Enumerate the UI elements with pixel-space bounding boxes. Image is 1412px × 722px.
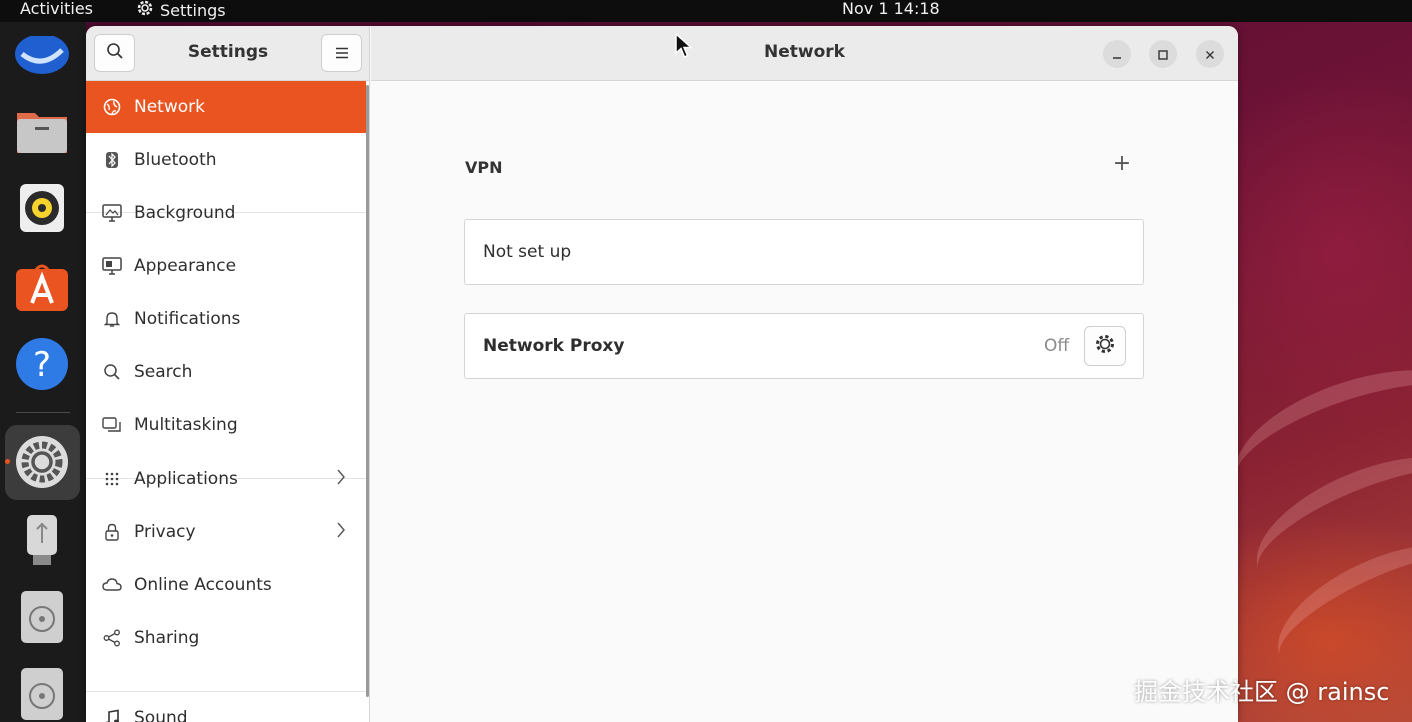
sidebar-item-sharing[interactable]: Sharing xyxy=(86,612,366,664)
vpn-card: Not set up xyxy=(464,219,1144,285)
settings-window: Settings Network Network Bluetooth Backg… xyxy=(86,26,1238,722)
background-icon xyxy=(86,204,134,222)
share-icon xyxy=(86,629,134,647)
network-icon xyxy=(86,98,134,116)
sidebar-item-label: Online Accounts xyxy=(134,575,272,595)
close-button[interactable] xyxy=(1196,40,1224,68)
close-icon xyxy=(1205,45,1215,64)
network-proxy-label: Network Proxy xyxy=(483,336,625,356)
search-icon xyxy=(86,363,134,381)
vpn-status: Not set up xyxy=(483,242,572,262)
sidebar-scrollbar[interactable] xyxy=(366,85,369,697)
minimize-button[interactable] xyxy=(1103,40,1131,68)
settings-icon[interactable] xyxy=(14,434,70,490)
multitasking-icon xyxy=(86,416,134,434)
sidebar-item-multitasking[interactable]: Multitasking xyxy=(86,399,366,451)
rhythmbox-icon[interactable] xyxy=(14,180,70,236)
clock[interactable]: Nov 1 14:18 xyxy=(842,0,940,18)
usb-drive-icon[interactable] xyxy=(14,512,70,568)
disc-icon[interactable] xyxy=(14,666,70,722)
settings-gear-icon xyxy=(136,0,154,21)
sidebar-item-online-accounts[interactable]: Online Accounts xyxy=(86,559,366,611)
sidebar-item-label: Applications xyxy=(134,469,238,489)
network-panel: VPN + Not set up Network Proxy Off xyxy=(371,81,1238,722)
sidebar-item-label: Multitasking xyxy=(134,415,238,435)
network-proxy-status: Off xyxy=(1044,336,1070,356)
appearance-icon xyxy=(86,257,134,275)
sidebar-item-bluetooth[interactable]: Bluetooth xyxy=(86,134,366,186)
sidebar-item-network[interactable]: Network xyxy=(86,81,366,133)
chevron-right-icon xyxy=(336,468,366,491)
gear-icon xyxy=(1094,333,1116,359)
app-center-icon[interactable] xyxy=(14,258,70,314)
bluetooth-icon xyxy=(86,151,134,169)
activities-button[interactable]: Activities xyxy=(20,0,93,18)
hamburger-icon xyxy=(335,44,349,63)
chevron-right-icon xyxy=(336,521,366,544)
proxy-settings-button[interactable] xyxy=(1084,326,1126,366)
network-proxy-row[interactable]: Network Proxy Off xyxy=(464,313,1144,379)
apps-grid-icon xyxy=(86,471,134,487)
sidebar-item-applications[interactable]: Applications xyxy=(86,453,366,505)
sidebar-item-label: Search xyxy=(134,362,193,382)
minimize-icon xyxy=(1112,45,1122,64)
sidebar-item-appearance[interactable]: Appearance xyxy=(86,240,366,292)
thunderbird-icon[interactable] xyxy=(14,28,70,84)
lock-icon xyxy=(86,523,134,541)
app-menu[interactable]: Settings xyxy=(136,0,226,21)
dock-separator xyxy=(16,412,70,413)
vpn-heading: VPN xyxy=(465,158,503,177)
mouse-cursor-icon xyxy=(675,32,693,63)
sidebar-item-label: Network xyxy=(134,97,205,117)
svg-text:?: ? xyxy=(33,345,51,385)
maximize-button[interactable] xyxy=(1149,40,1177,68)
sidebar-item-label: Background xyxy=(134,203,236,223)
sidebar-item-background[interactable]: Background xyxy=(86,187,366,239)
music-note-icon xyxy=(86,709,134,722)
sidebar-item-label: Notifications xyxy=(134,309,241,329)
sidebar-header: Settings xyxy=(86,26,370,81)
sidebar-item-label: Sharing xyxy=(134,628,200,648)
disc-icon[interactable] xyxy=(14,589,70,645)
main-menu-button[interactable] xyxy=(321,34,362,72)
sidebar-item-label: Appearance xyxy=(134,256,237,276)
sidebar-item-sound[interactable]: Sound xyxy=(86,692,366,722)
add-vpn-button[interactable]: + xyxy=(1111,152,1133,176)
top-bar: Activities Settings Nov 1 14:18 xyxy=(0,0,1412,22)
cloud-icon xyxy=(86,577,134,593)
bell-icon xyxy=(86,310,134,328)
sidebar-item-privacy[interactable]: Privacy xyxy=(86,506,366,558)
sidebar-item-notifications[interactable]: Notifications xyxy=(86,293,366,345)
app-menu-label: Settings xyxy=(160,0,226,20)
settings-sidebar: Network Bluetooth Background Appearance xyxy=(86,81,370,722)
sidebar-item-label: Bluetooth xyxy=(134,150,217,170)
help-icon[interactable]: ? xyxy=(14,336,70,392)
sidebar-item-search[interactable]: Search xyxy=(86,346,366,398)
main-header: Network xyxy=(371,26,1238,81)
running-indicator xyxy=(5,459,10,464)
files-icon[interactable] xyxy=(14,102,70,158)
maximize-icon xyxy=(1158,45,1168,64)
watermark: 掘金技术社区 @ rainsc xyxy=(1134,678,1390,706)
sidebar-item-label: Sound xyxy=(134,708,188,722)
sidebar-item-label: Privacy xyxy=(134,522,196,542)
dock: ? xyxy=(0,22,86,722)
